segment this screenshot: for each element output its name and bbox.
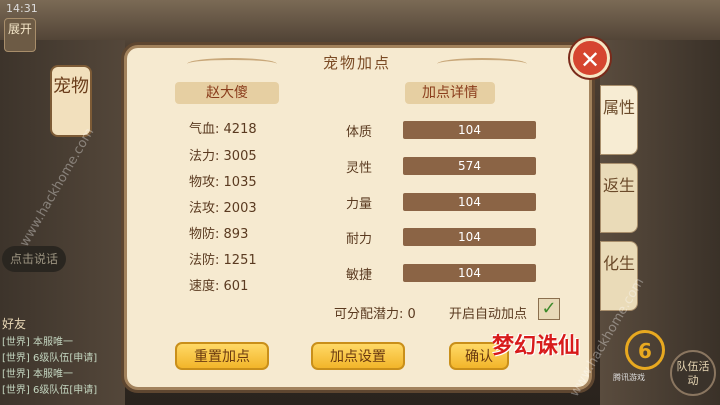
stat-phys-attack: 物攻: 1035: [189, 175, 257, 190]
stat-mp: 法力: 3005: [189, 149, 257, 164]
game-logo: 梦幻诛仙: [492, 333, 581, 359]
stat-hp: 气血: 4218: [189, 122, 257, 137]
stat-phys-defense: 物防: 893: [189, 227, 249, 242]
reset-points-button[interactable]: 重置加点: [175, 342, 269, 370]
point-settings-button[interactable]: 加点设置: [311, 342, 405, 370]
chat-line: [世界] 本服唯一: [2, 369, 73, 380]
detail-title: 加点详情: [405, 82, 495, 104]
tab-attributes[interactable]: 属性: [600, 85, 638, 155]
cloud-ornament-right: [437, 58, 527, 70]
attr-value-constitution[interactable]: 104: [403, 121, 536, 139]
stat-magic-attack: 法攻: 2003: [189, 201, 257, 216]
chat-line: [世界] 本服唯一: [2, 337, 73, 348]
close-button[interactable]: ✕: [570, 38, 610, 78]
attr-value-spirit[interactable]: 574: [403, 157, 536, 175]
team-activity-button[interactable]: 队伍活动: [670, 350, 716, 396]
expand-button[interactable]: 展开: [4, 18, 36, 52]
attr-value-endurance[interactable]: 104: [403, 228, 536, 246]
pet-name: 赵大傻: [175, 82, 279, 104]
chat-line: [世界] 6级队伍[申请]: [2, 353, 98, 364]
chat-line: [世界] 6级队伍[申请]: [2, 385, 98, 396]
stat-speed: 速度: 601: [189, 279, 249, 294]
voice-button[interactable]: 点击说话: [2, 246, 66, 272]
cloud-ornament-left: [187, 58, 277, 70]
check-icon: ✓: [541, 298, 557, 319]
attr-value-strength[interactable]: 104: [403, 193, 536, 211]
tab-rebirth[interactable]: 返生: [600, 163, 638, 233]
friends-button[interactable]: 好友: [2, 315, 26, 332]
attr-label-agility: 敏捷: [345, 268, 372, 283]
attr-label-strength: 力量: [345, 197, 372, 212]
potential-points: 可分配潜力: 0: [334, 307, 416, 322]
attr-label-constitution: 体质: [345, 125, 372, 140]
dialog-title: 宠物加点: [322, 54, 391, 72]
close-icon: ✕: [579, 46, 601, 74]
attr-label-endurance: 耐力: [345, 232, 372, 247]
auto-points-label: 开启自动加点: [449, 307, 528, 322]
status-time: 14:31: [6, 2, 38, 15]
dialog-title-bar: 宠物加点: [167, 50, 547, 76]
publisher-logo-text: 腾讯游戏: [613, 373, 645, 382]
publisher-logo-icon: 6: [625, 330, 665, 370]
auto-points-checkbox[interactable]: ✓: [538, 298, 560, 320]
stat-magic-defense: 法防: 1251: [189, 253, 257, 268]
attr-label-spirit: 灵性: [345, 161, 372, 176]
attr-value-agility[interactable]: 104: [403, 264, 536, 282]
